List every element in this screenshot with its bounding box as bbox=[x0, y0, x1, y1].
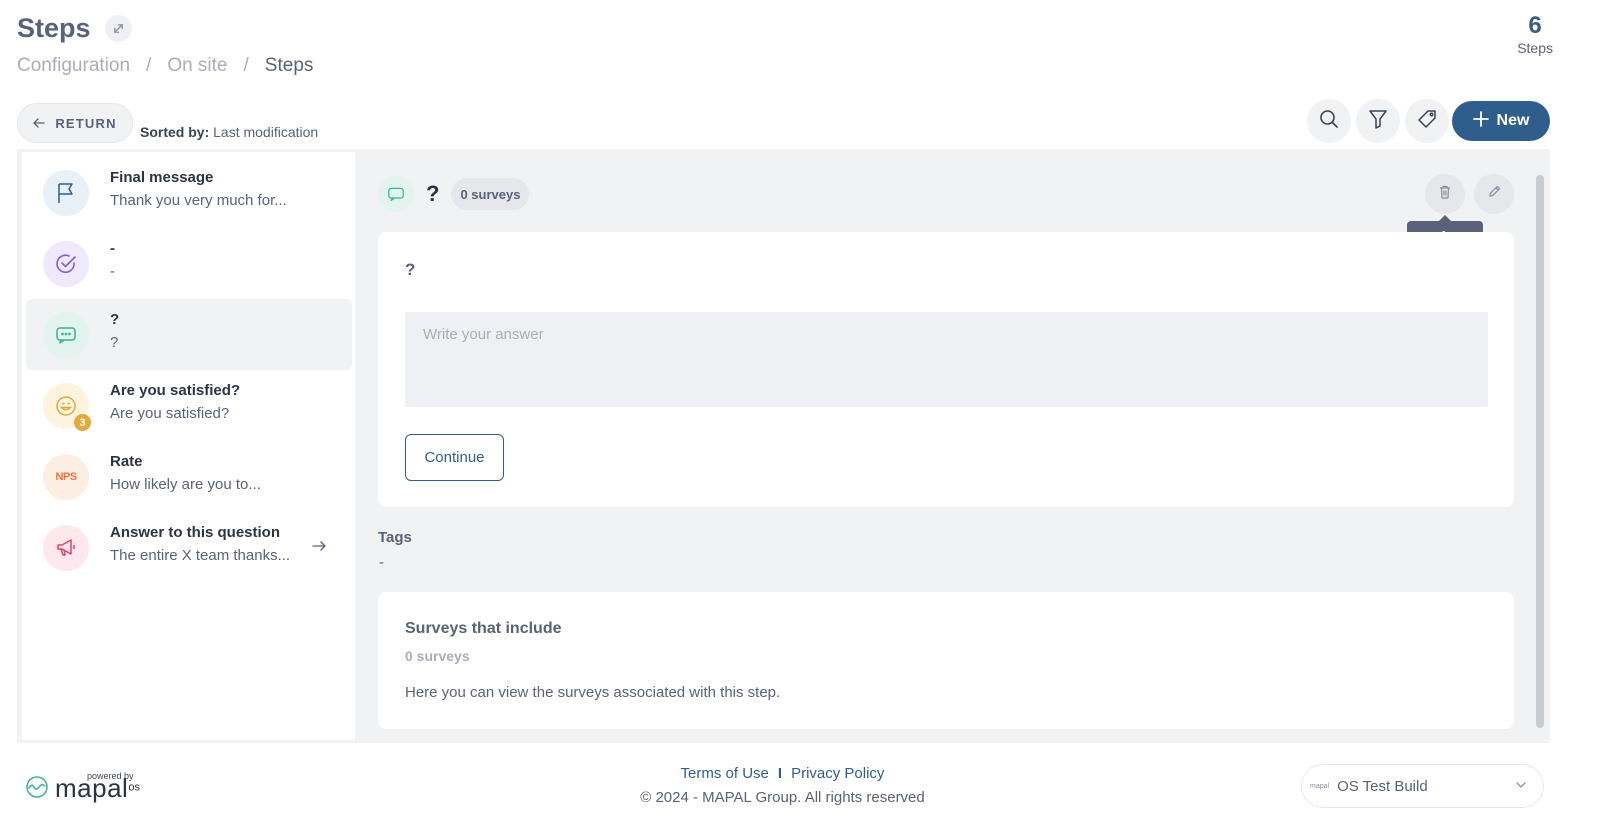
step-item-question[interactable]: ? ? bbox=[26, 299, 352, 370]
pencil-icon bbox=[1488, 185, 1501, 203]
search-icon bbox=[1319, 109, 1339, 134]
surveys-description: Here you can view the surveys associated… bbox=[405, 684, 781, 701]
return-label: RETURN bbox=[55, 115, 117, 131]
step-subtitle: Are you satisfied? bbox=[110, 405, 230, 422]
tag-button[interactable] bbox=[1405, 99, 1449, 143]
question-text: ? bbox=[405, 260, 416, 279]
privacy-link[interactable]: Privacy Policy bbox=[791, 765, 884, 782]
filter-button[interactable] bbox=[1356, 99, 1400, 143]
delete-button[interactable] bbox=[1425, 174, 1465, 214]
breadcrumb-steps: Steps bbox=[264, 55, 314, 76]
detail-header: ? 0 surveys bbox=[378, 176, 530, 212]
nps-icon: NPS bbox=[43, 453, 89, 500]
environment-select[interactable]: mapal OS Test Build bbox=[1301, 764, 1544, 808]
steps-list: Final message Thank you very much for...… bbox=[22, 152, 355, 740]
surveys-chip: 0 surveys bbox=[451, 178, 530, 210]
search-button[interactable] bbox=[1307, 99, 1351, 143]
breadcrumb-configuration[interactable]: Configuration bbox=[17, 55, 130, 77]
step-item-dash[interactable]: - - bbox=[26, 228, 352, 299]
tag-icon bbox=[1417, 109, 1437, 134]
scrollbar[interactable] bbox=[1536, 175, 1544, 728]
step-item-satisfied[interactable]: 3 Are you satisfied? Are you satisfied? bbox=[26, 370, 352, 441]
steps-count-number: 6 bbox=[1528, 12, 1542, 39]
step-subtitle: ? bbox=[110, 334, 119, 351]
new-button[interactable]: New bbox=[1452, 101, 1550, 141]
trash-icon bbox=[1439, 185, 1451, 204]
return-button[interactable]: RETURN bbox=[17, 103, 133, 143]
step-title: - bbox=[110, 240, 115, 257]
step-subtitle: The entire X team thanks... bbox=[110, 547, 291, 564]
question-card: ? Continue bbox=[378, 232, 1514, 507]
breadcrumb-separator: / bbox=[243, 55, 249, 76]
step-title: ? bbox=[110, 311, 120, 328]
breadcrumb: Configuration / On site / Steps bbox=[17, 55, 313, 77]
step-badge: 3 bbox=[74, 414, 91, 431]
tags-label: Tags bbox=[378, 529, 412, 546]
step-title: Rate bbox=[110, 453, 143, 470]
step-title: Are you satisfied? bbox=[110, 382, 241, 399]
footer-separator: I bbox=[777, 765, 783, 782]
breadcrumb-separator: / bbox=[146, 55, 152, 76]
plus-icon bbox=[1472, 110, 1489, 132]
edit-button[interactable] bbox=[1474, 174, 1514, 214]
surveys-title: Surveys that include bbox=[405, 620, 562, 637]
step-subtitle: - bbox=[110, 263, 115, 280]
arrow-left-icon bbox=[33, 116, 45, 131]
chevron-down-icon bbox=[1515, 778, 1527, 795]
steps-count-label: Steps bbox=[1517, 40, 1553, 56]
arrow-right-icon[interactable] bbox=[312, 538, 326, 556]
expand-icon[interactable] bbox=[104, 15, 132, 42]
step-subtitle: How likely are you to... bbox=[110, 476, 261, 493]
answer-input[interactable] bbox=[405, 312, 1488, 407]
megaphone-icon bbox=[43, 524, 89, 571]
detail-title: ? bbox=[426, 181, 440, 206]
tags-value: - bbox=[379, 554, 384, 571]
page-title: Steps bbox=[17, 13, 91, 43]
terms-link[interactable]: Terms of Use bbox=[681, 765, 769, 782]
title-row: Steps bbox=[17, 13, 132, 44]
sorted-by[interactable]: Sorted by: Last modification bbox=[140, 124, 318, 140]
message-icon bbox=[378, 176, 414, 212]
surveys-count: 0 surveys bbox=[405, 648, 470, 664]
continue-button[interactable]: Continue bbox=[405, 434, 504, 481]
env-mini-logo: mapal bbox=[1310, 782, 1330, 790]
step-title: Answer to this question bbox=[110, 524, 281, 541]
sorted-by-value: Last modification bbox=[213, 124, 319, 140]
step-item-final-message[interactable]: Final message Thank you very much for... bbox=[26, 157, 352, 228]
sorted-by-label: Sorted by: bbox=[140, 124, 210, 140]
filter-icon bbox=[1369, 109, 1387, 134]
step-item-rate[interactable]: NPS Rate How likely are you to... bbox=[26, 441, 352, 512]
steps-count: 6 Steps bbox=[1517, 12, 1553, 58]
step-item-answer[interactable]: Answer to this question The entire X tea… bbox=[26, 512, 352, 583]
surveys-card: Surveys that include 0 surveys Here you … bbox=[378, 592, 1514, 729]
flag-icon bbox=[43, 169, 89, 216]
environment-label: OS Test Build bbox=[1337, 777, 1428, 795]
step-title: Final message bbox=[110, 169, 214, 186]
breadcrumb-on-site[interactable]: On site bbox=[167, 55, 227, 77]
message-icon bbox=[43, 311, 89, 358]
new-label: New bbox=[1496, 112, 1530, 129]
check-circle-icon bbox=[43, 240, 89, 287]
step-subtitle: Thank you very much for... bbox=[110, 192, 287, 209]
